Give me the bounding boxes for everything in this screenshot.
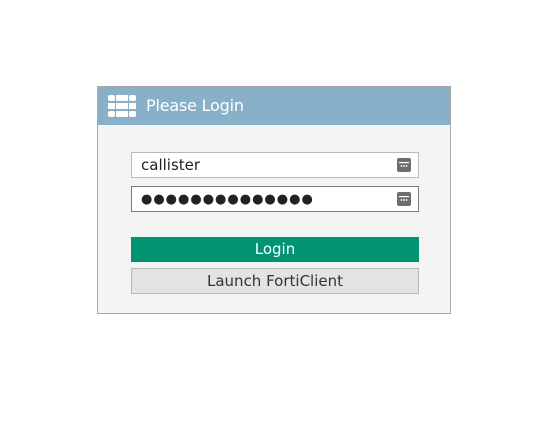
password-manager-icon[interactable] [397, 158, 411, 172]
dialog-title: Please Login [146, 96, 244, 115]
password-field[interactable] [131, 186, 419, 212]
launch-forticlient-button[interactable]: Launch FortiClient [131, 268, 419, 294]
username-field[interactable] [131, 152, 419, 178]
password-manager-icon[interactable] [397, 192, 411, 206]
fortinet-grid-icon [108, 95, 136, 117]
login-button[interactable]: Login [131, 237, 419, 262]
username-input[interactable] [132, 153, 390, 177]
login-dialog: Please Login Login Launch FortiClient [97, 86, 451, 314]
password-input[interactable] [132, 187, 390, 211]
dialog-header: Please Login [98, 87, 450, 125]
